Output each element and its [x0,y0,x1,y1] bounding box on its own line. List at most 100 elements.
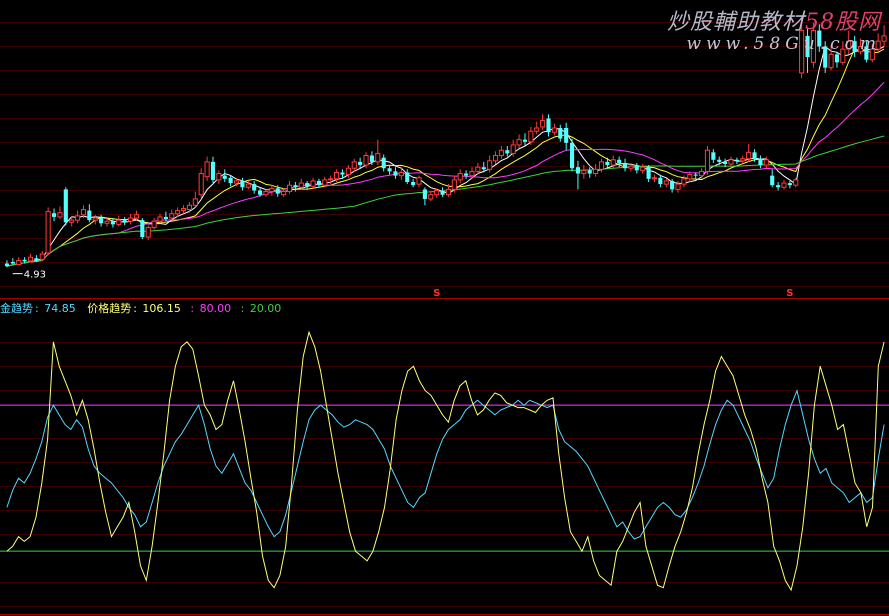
candle-body-down [422,189,427,199]
candle-body-up [828,53,834,69]
candle-body-up [204,161,210,178]
candle-body-up [881,35,887,42]
candle-body-down [546,118,551,133]
candle-body-up [487,160,493,170]
candle-body-up [434,189,440,196]
candle-body-down [122,220,127,223]
candle-body-down [340,172,345,175]
candle-body-up [351,161,357,169]
candle-body-down [622,162,628,169]
candle-body-up [128,217,134,222]
candle-body-up [281,191,287,196]
candle-body-up [428,194,434,200]
candle-body-up [534,127,540,132]
candle-body-up [310,180,316,187]
candle-body-down [393,171,398,176]
candle-body-up [793,179,799,186]
candle-body-up [16,259,22,266]
candle-body-down [163,216,168,220]
candle-body-up [681,178,687,185]
candle-body-up [492,155,499,162]
candle [140,218,145,240]
candle-body-down [752,152,757,159]
candle-body-up [263,191,269,196]
candle-body-down [570,142,575,169]
candle-body-down [787,183,792,186]
candle-body-up [151,220,157,229]
candle-body-up [763,159,769,166]
candle-body-up [516,139,522,146]
candle-body-up [628,165,634,169]
candle-body-down [4,263,10,267]
candle-body-up [746,151,752,160]
candle-body-up [322,179,328,186]
candle-body-up [92,217,98,221]
candle-body-down [240,180,245,188]
candle [704,146,711,175]
candle [570,138,575,172]
candle-body-up [334,171,340,180]
candle-body-down [522,139,528,142]
candle-body-up [675,183,681,190]
candle-body-up [39,253,45,260]
candle-body-down [87,210,92,221]
candle-body-down [228,177,233,184]
candle-body-down [587,170,592,174]
candle-body-down [658,177,663,185]
low-price-label: 4.93 [24,270,46,281]
candle-body-up [445,188,452,196]
indicator-header: 金趋势: 74.85 价格趋势: 106.15 : 80.00 : 20.00 [0,302,282,315]
candle-body-down [575,167,581,174]
watermark-url: www.58Gu.com [686,34,881,54]
candle-body-up [687,174,693,180]
candle-body-down [293,185,298,188]
candle-body-up [740,158,746,162]
candle-body-up [451,179,457,190]
candle-body-down [670,180,675,190]
candle-body-down [711,152,716,160]
candle-body-down [63,189,68,223]
candle-body-up [640,166,646,171]
candle-body-down [51,213,57,217]
candle-body-up [663,180,669,185]
candle-body-down [316,180,321,186]
candle [63,187,68,226]
candle-body-up [610,159,616,166]
candle-body-up [475,166,481,172]
candle-body-up [145,227,151,238]
candle-body-down [558,128,563,139]
candle-body-up [551,127,557,133]
candle-body-down [834,54,840,63]
candle-body-up [363,155,369,166]
value-level-high: 80.00 [199,302,232,315]
candle-body-up [328,178,334,181]
candle-body-up [269,187,275,193]
candle-body-up [216,173,222,181]
candle-body-down [411,182,416,186]
candle-body-up [133,214,140,219]
candle-body-down [34,258,39,261]
value-level-low: 20.00 [249,302,282,315]
candle-body-up [116,219,122,225]
candle-body-down [110,221,115,225]
candle-body-up [169,213,175,219]
candle-body-down [22,259,27,262]
candle-body-up [180,207,187,212]
candle-body-up [375,152,381,163]
candle-body-up [498,149,504,157]
candle-body-down [770,175,775,186]
signal-marker: S [433,288,440,299]
candle-body-up [345,167,351,176]
candle-body-up [510,144,516,154]
candle-body-down [387,168,392,172]
candle-body-up [233,180,240,184]
candle-body-down [258,190,263,195]
candle-body-down [210,161,216,180]
watermark: 炒股輔助教材58股网 www.58Gu.com [667,4,881,54]
candle-body-down [646,167,651,179]
candle-body-down [505,150,510,154]
candle-body-down [275,188,280,194]
value-price-trend: 106.15 [142,302,181,315]
candle-body-up [581,169,587,175]
candle-body-up [598,161,605,170]
